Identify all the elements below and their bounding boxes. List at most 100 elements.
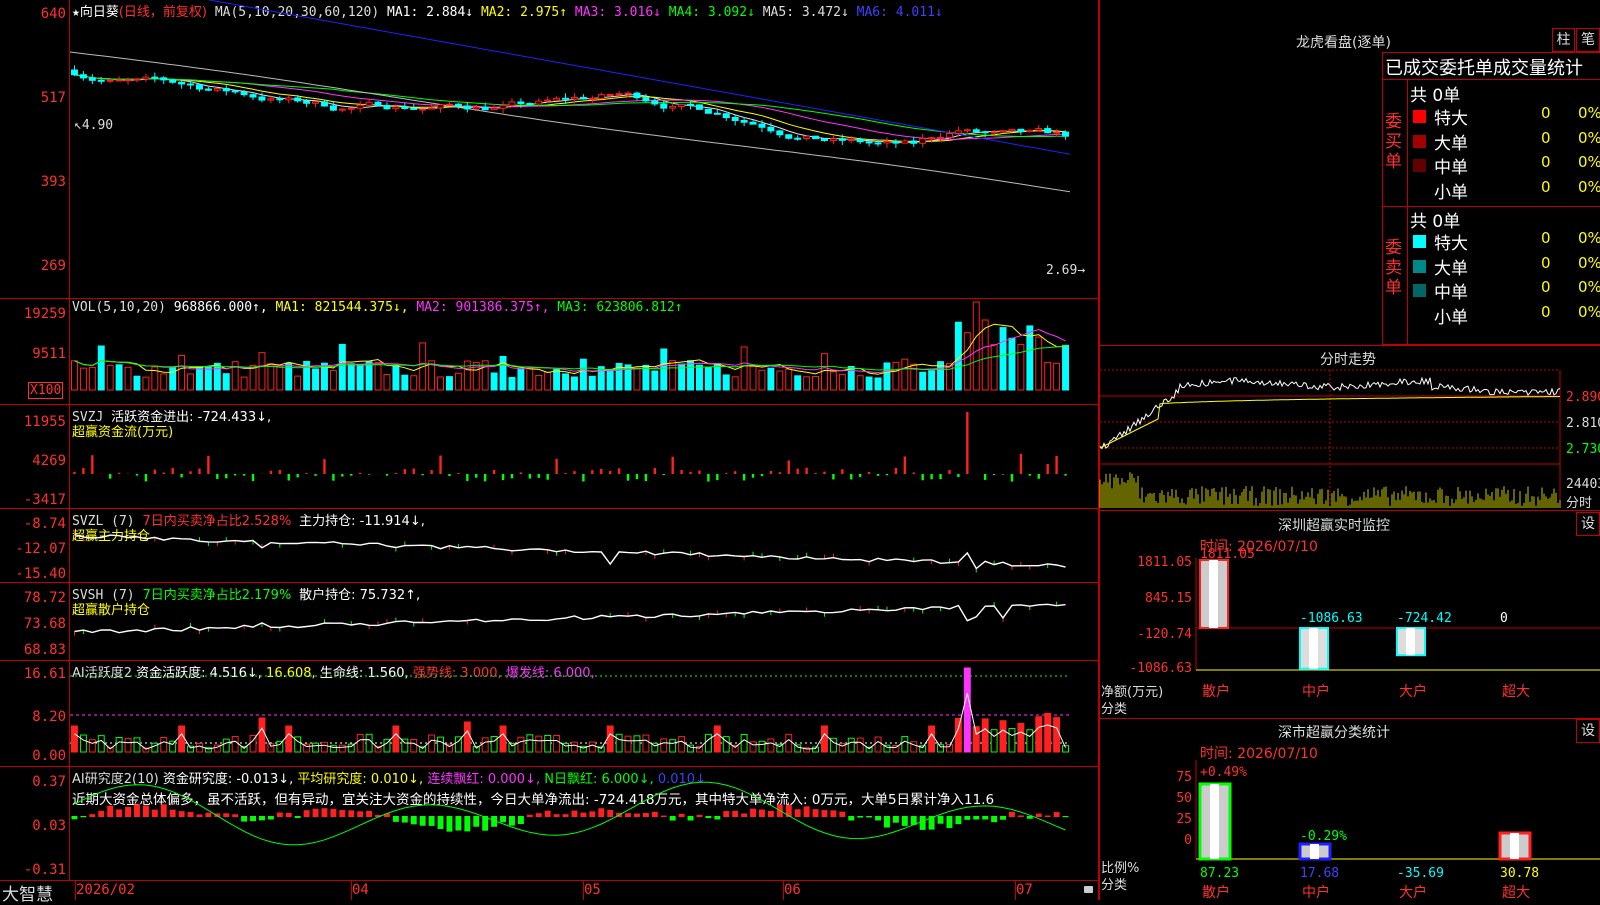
- tick-mode-button[interactable]: 笔: [1576, 28, 1600, 52]
- candle-body: [687, 103, 695, 106]
- volume-bar: [71, 360, 78, 391]
- research-bar: [767, 810, 774, 817]
- y-tick: -3417: [23, 492, 66, 508]
- volume-bar: [740, 346, 748, 391]
- research-bar: [973, 816, 980, 820]
- research-bar: [250, 816, 256, 822]
- candle-body: [651, 100, 659, 105]
- research-bar: [125, 807, 131, 817]
- class-value-label: -35.69: [1397, 866, 1444, 881]
- class-y-tick: 0: [1184, 833, 1192, 848]
- candle-body: [401, 106, 409, 109]
- date-tick: 05: [584, 882, 601, 898]
- monitor-category-label: 超大: [1502, 684, 1530, 700]
- activity-bar: [954, 717, 962, 753]
- research-bar: [794, 809, 801, 817]
- activity-bar: [97, 735, 105, 753]
- volume-bar: [687, 360, 694, 391]
- activity-bar: [740, 733, 748, 753]
- monitor-value-label: -724.42: [1397, 611, 1452, 626]
- volume-bar: [374, 362, 382, 391]
- candle-body: [338, 108, 346, 111]
- candle-body: [445, 103, 453, 106]
- svsh-line-chart[interactable]: [70, 582, 1098, 660]
- svzl-line-chart[interactable]: [70, 508, 1098, 582]
- activity-bar: [758, 740, 766, 753]
- activity-bar: [276, 740, 284, 753]
- lock-icon[interactable]: [1084, 886, 1093, 893]
- candle-body: [749, 121, 757, 125]
- candle-body: [508, 101, 516, 106]
- volume-bar: [758, 369, 766, 391]
- research-bar: [696, 814, 703, 817]
- volume-bar: [508, 376, 516, 391]
- svzj-flow-chart[interactable]: [70, 404, 1098, 508]
- lhb-header: 已成交委托单成交量统计: [1385, 58, 1583, 79]
- y-tick: 68.83: [23, 642, 66, 658]
- research-bar: [366, 810, 373, 817]
- activity-bar: [937, 744, 944, 753]
- candlestick-chart[interactable]: [69, 0, 1098, 298]
- research-bar: [803, 806, 810, 817]
- monitor-y-tick: 845.15: [1145, 591, 1192, 606]
- research-bar: [437, 816, 444, 830]
- candle-body: [615, 93, 623, 96]
- avg-research-line: [74, 781, 1066, 846]
- intraday-chart[interactable]: [1099, 369, 1600, 508]
- candle-body: [499, 104, 507, 109]
- volume-bar: [767, 367, 775, 391]
- research-bar: [732, 810, 739, 817]
- activity-bar: [544, 735, 552, 753]
- volume-bar: [178, 354, 186, 391]
- volume-bar: [276, 365, 284, 391]
- sz-monitor-bar-chart[interactable]: 1811.05 845.15 -120.74 -1086.63 1811.05 散户 -10…: [1100, 547, 1600, 720]
- candle-body: [937, 136, 945, 139]
- research-bar: [937, 816, 944, 824]
- research-bar: [634, 813, 640, 817]
- candle-body: [856, 138, 864, 143]
- candle-body: [570, 96, 578, 100]
- order-type-label: 小单: [1434, 182, 1468, 203]
- volume-bar: [856, 375, 864, 391]
- research-bar: [982, 816, 989, 820]
- intraday-tick: 2.890: [1566, 390, 1600, 405]
- sz-monitor-settings-button[interactable]: 设: [1576, 512, 1600, 536]
- volume-bar: [562, 373, 570, 391]
- ai-active-chart[interactable]: [70, 660, 1098, 766]
- volume-bar: [187, 373, 194, 391]
- activity-bar: [704, 733, 712, 753]
- y-tick: 8.20: [32, 709, 66, 725]
- candle-body: [954, 130, 962, 134]
- candle-body: [374, 101, 382, 106]
- candle-body: [240, 91, 248, 96]
- candle-body: [865, 141, 873, 144]
- buy-total: 共 0单: [1410, 86, 1461, 106]
- vol-unit-badge[interactable]: X100: [28, 382, 64, 399]
- order-percent: 0%: [1578, 153, 1600, 171]
- date-divider: [783, 881, 784, 900]
- candle-body: [588, 97, 596, 100]
- class-y-tick: 50: [1176, 791, 1192, 806]
- class-y-tick: 25: [1176, 812, 1192, 827]
- volume-bar: [812, 376, 819, 391]
- ai-research-chart[interactable]: [70, 766, 1098, 880]
- activity-bar: [1044, 712, 1052, 753]
- sz-class-bar-chart[interactable]: 75 50 25 0 87.23 散户 17.68 中户 -35.69 大户 30.78 超大 +0.4…: [1100, 756, 1600, 901]
- brand-logo[interactable]: 大智慧: [2, 880, 53, 905]
- research-bar: [705, 816, 712, 819]
- volume-chart[interactable]: [70, 298, 1098, 404]
- activity-bar: [535, 735, 543, 753]
- activity-bar: [1017, 722, 1025, 753]
- volume-bar: [1062, 344, 1069, 391]
- candle-body: [124, 79, 132, 82]
- activity-bar: [517, 736, 525, 753]
- volume-bar: [972, 301, 980, 391]
- candle-body: [383, 104, 391, 110]
- sz-class-settings-button[interactable]: 设: [1576, 719, 1600, 743]
- y-tick: 640: [40, 6, 66, 22]
- research-bar: [1000, 816, 1006, 820]
- research-bar: [187, 812, 194, 817]
- date-tick: 07: [1016, 882, 1033, 898]
- bar-mode-button[interactable]: 柱: [1552, 28, 1575, 52]
- volume-bar: [1044, 361, 1052, 391]
